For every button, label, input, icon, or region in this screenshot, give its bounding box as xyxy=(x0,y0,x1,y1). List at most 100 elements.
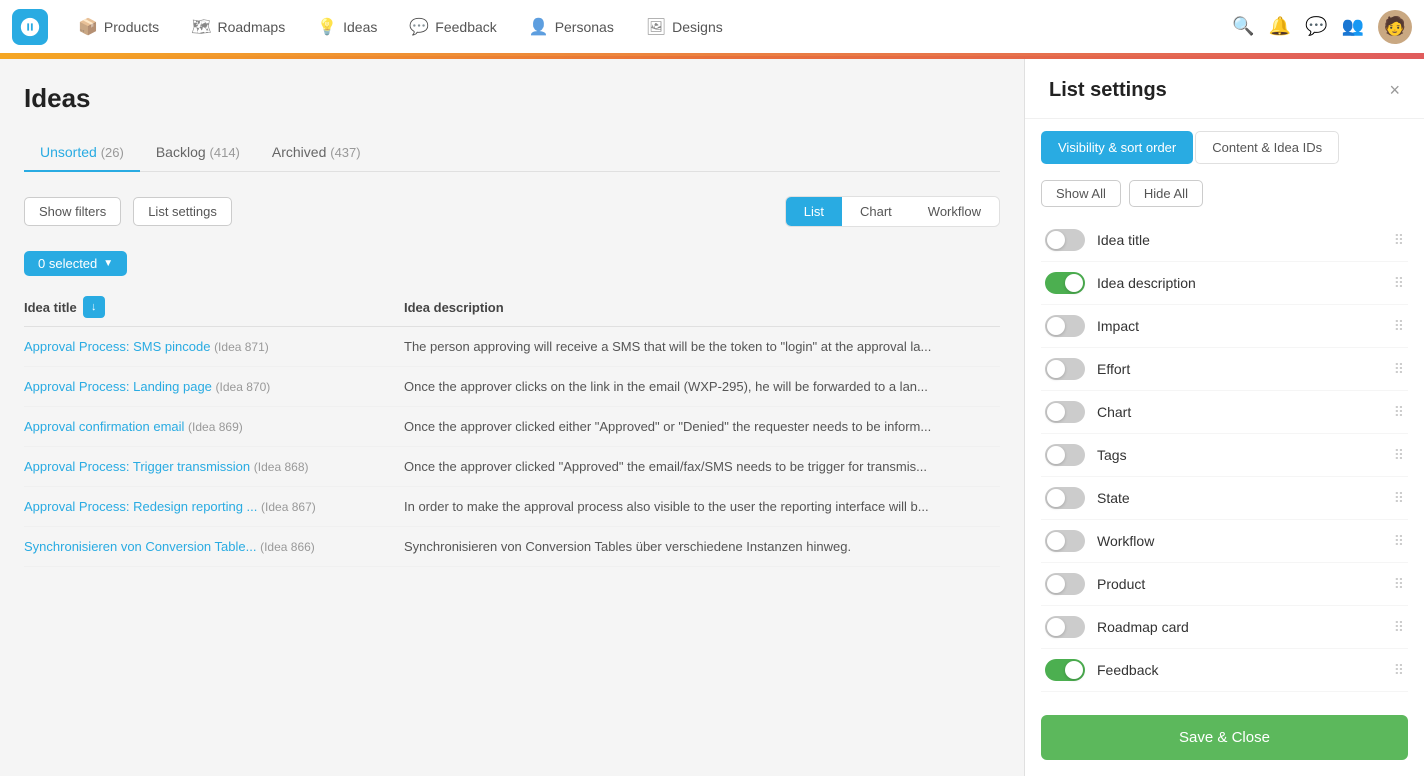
idea-title-link[interactable]: Approval Process: Landing page xyxy=(24,379,212,394)
view-list-button[interactable]: List xyxy=(786,197,842,226)
settings-item-label-workflow: Workflow xyxy=(1097,533,1154,549)
save-close-button[interactable]: Save & Close xyxy=(1041,715,1408,760)
logo-icon xyxy=(19,16,41,38)
app-logo[interactable] xyxy=(12,9,48,45)
idea-title-link[interactable]: Approval confirmation email xyxy=(24,419,184,434)
nav-item-personas[interactable]: 👤 Personas xyxy=(515,9,628,45)
toggle-workflow[interactable] xyxy=(1045,530,1085,552)
drag-handle-impact[interactable]: ⠿ xyxy=(1394,318,1404,335)
toggle-state[interactable] xyxy=(1045,487,1085,509)
show-all-button[interactable]: Show All xyxy=(1041,180,1121,207)
toggle-track-tags xyxy=(1045,444,1085,466)
settings-item-right: ⠿ xyxy=(1394,232,1404,249)
nav-item-designs[interactable]: 🖼 Designs xyxy=(632,9,737,45)
idea-title-link[interactable]: Approval Process: SMS pincode xyxy=(24,339,210,354)
nav-item-feedback[interactable]: 💬 Feedback xyxy=(395,9,510,45)
panel-tab-visibility[interactable]: Visibility & sort order xyxy=(1041,131,1193,164)
drag-handle-workflow[interactable]: ⠿ xyxy=(1394,533,1404,550)
settings-item-left: Tags xyxy=(1045,444,1127,466)
settings-item-workflow: Workflow ⠿ xyxy=(1041,520,1408,563)
ideas-icon: 💡 xyxy=(317,17,337,37)
idea-title-link[interactable]: Approval Process: Redesign reporting ... xyxy=(24,499,257,514)
selected-count: 0 selected xyxy=(38,256,97,271)
toggle-tags[interactable] xyxy=(1045,444,1085,466)
list-settings-button[interactable]: List settings xyxy=(133,197,232,226)
settings-item-right: ⠿ xyxy=(1394,318,1404,335)
settings-item-left: Idea title xyxy=(1045,229,1150,251)
tab-archived[interactable]: Archived (437) xyxy=(256,134,377,172)
settings-item-label-chart: Chart xyxy=(1097,404,1131,420)
selected-row: 0 selected ▼ xyxy=(24,251,1000,276)
search-icon[interactable]: 🔍 xyxy=(1232,16,1254,37)
panel-tab-content-ids[interactable]: Content & Idea IDs xyxy=(1195,131,1339,164)
nav-item-products[interactable]: 📦 Products xyxy=(64,9,173,45)
settings-item-left: Idea description xyxy=(1045,272,1196,294)
row-title-cell: Approval Process: Redesign reporting ...… xyxy=(24,499,404,514)
drag-handle-state[interactable]: ⠿ xyxy=(1394,490,1404,507)
drag-handle-tags[interactable]: ⠿ xyxy=(1394,447,1404,464)
show-hide-row: Show All Hide All xyxy=(1025,176,1424,219)
settings-item-label-roadmap_card: Roadmap card xyxy=(1097,619,1189,635)
nav-label-feedback: Feedback xyxy=(435,19,496,35)
toggle-impact[interactable] xyxy=(1045,315,1085,337)
settings-item-tags: Tags ⠿ xyxy=(1041,434,1408,477)
settings-item-roadmap_card: Roadmap card ⠿ xyxy=(1041,606,1408,649)
drag-handle-roadmap_card[interactable]: ⠿ xyxy=(1394,619,1404,636)
settings-item-right: ⠿ xyxy=(1394,576,1404,593)
tab-unsorted-label: Unsorted xyxy=(40,144,97,160)
toggle-track-feedback xyxy=(1045,659,1085,681)
chat-icon[interactable]: 💬 xyxy=(1305,16,1327,37)
tab-unsorted[interactable]: Unsorted (26) xyxy=(24,134,140,172)
drag-handle-idea_title[interactable]: ⠿ xyxy=(1394,232,1404,249)
col-desc-label: Idea description xyxy=(404,300,504,315)
table-header: Idea title ↓ Idea description xyxy=(24,288,1000,327)
view-chart-button[interactable]: Chart xyxy=(842,197,910,226)
show-filters-button[interactable]: Show filters xyxy=(24,197,121,226)
idea-title-link[interactable]: Approval Process: Trigger transmission xyxy=(24,459,250,474)
toggle-idea_title[interactable] xyxy=(1045,229,1085,251)
col-title-label: Idea title xyxy=(24,300,77,315)
row-title-cell: Approval Process: Landing page (Idea 870… xyxy=(24,379,404,394)
toggle-roadmap_card[interactable] xyxy=(1045,616,1085,638)
sort-icon[interactable]: ↓ xyxy=(83,296,105,318)
row-title-cell: Approval Process: SMS pincode (Idea 871) xyxy=(24,339,404,354)
settings-item-right: ⠿ xyxy=(1394,361,1404,378)
toolbar: Show filters List settings List Chart Wo… xyxy=(24,188,1000,235)
toggle-chart[interactable] xyxy=(1045,401,1085,423)
toolbar-left: Show filters List settings xyxy=(24,197,232,226)
drag-handle-effort[interactable]: ⠿ xyxy=(1394,361,1404,378)
toggle-idea_description[interactable] xyxy=(1045,272,1085,294)
user-switch-icon[interactable]: 👥 xyxy=(1342,16,1364,37)
settings-item-label-impact: Impact xyxy=(1097,318,1139,334)
tab-backlog-label: Backlog xyxy=(156,144,206,160)
tab-backlog[interactable]: Backlog (414) xyxy=(140,134,256,172)
drag-handle-chart[interactable]: ⠿ xyxy=(1394,404,1404,421)
close-panel-button[interactable]: × xyxy=(1389,80,1400,101)
bell-icon[interactable]: 🔔 xyxy=(1269,16,1291,37)
hide-all-button[interactable]: Hide All xyxy=(1129,180,1203,207)
toggle-effort[interactable] xyxy=(1045,358,1085,380)
table-row: Approval Process: Redesign reporting ...… xyxy=(24,487,1000,527)
settings-item-idea_title: Idea title ⠿ xyxy=(1041,219,1408,262)
toggle-feedback[interactable] xyxy=(1045,659,1085,681)
view-workflow-button[interactable]: Workflow xyxy=(910,197,999,226)
drag-handle-idea_description[interactable]: ⠿ xyxy=(1394,275,1404,292)
selected-badge[interactable]: 0 selected ▼ xyxy=(24,251,127,276)
avatar[interactable]: 🧑 xyxy=(1378,10,1412,44)
row-desc-cell: Once the approver clicked "Approved" the… xyxy=(404,459,984,474)
toggle-product[interactable] xyxy=(1045,573,1085,595)
nav-label-personas: Personas xyxy=(555,19,614,35)
nav-item-roadmaps[interactable]: 🗺 Roadmaps xyxy=(177,9,299,45)
nav-item-ideas[interactable]: 💡 Ideas xyxy=(303,9,391,45)
drag-handle-product[interactable]: ⠿ xyxy=(1394,576,1404,593)
table-row: Approval Process: SMS pincode (Idea 871)… xyxy=(24,327,1000,367)
settings-item-left: State xyxy=(1045,487,1130,509)
idea-title-link[interactable]: Synchronisieren von Conversion Table... xyxy=(24,539,256,554)
toggle-track-effort xyxy=(1045,358,1085,380)
panel-footer: Save & Close xyxy=(1025,699,1424,776)
drag-handle-feedback[interactable]: ⠿ xyxy=(1394,662,1404,679)
row-desc-cell: Synchronisieren von Conversion Tables üb… xyxy=(404,539,984,554)
designs-icon: 🖼 xyxy=(646,17,666,37)
idea-id: (Idea 870) xyxy=(216,380,271,394)
settings-item-left: Workflow xyxy=(1045,530,1154,552)
